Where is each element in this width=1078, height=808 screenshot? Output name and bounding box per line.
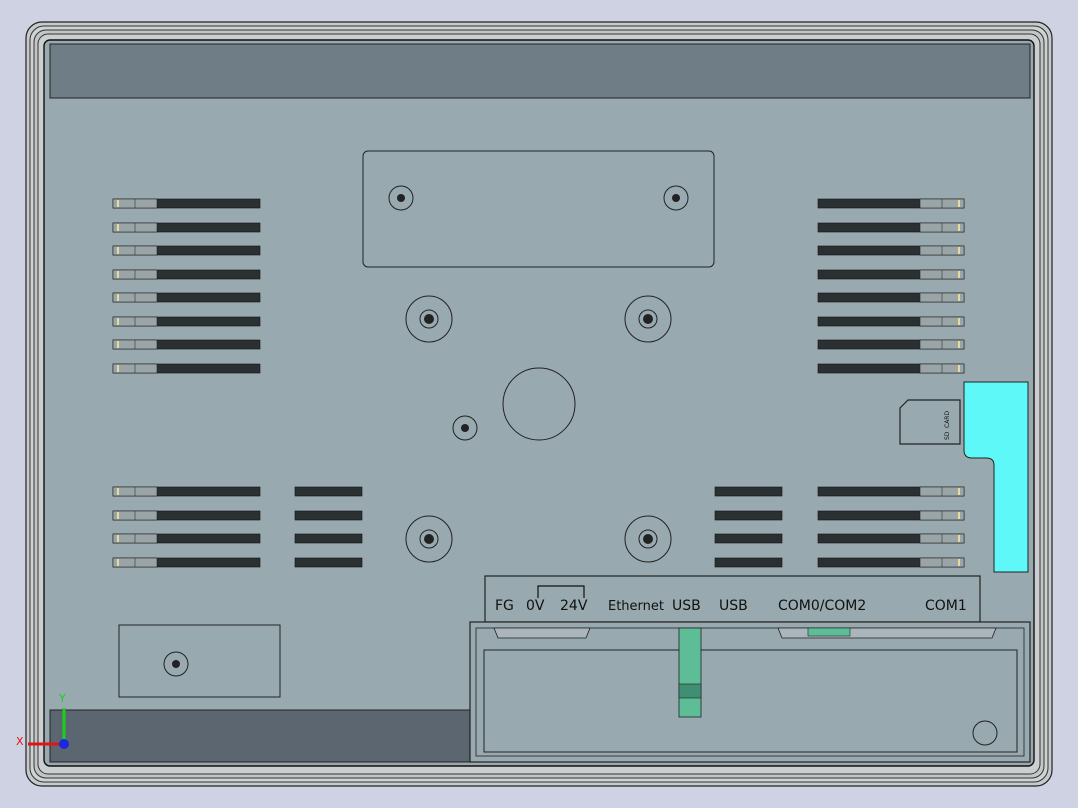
bottom-left-strip [49, 709, 471, 763]
cover-latch-left [493, 627, 591, 639]
vent-slot [817, 292, 965, 303]
top-strip [49, 43, 1031, 99]
vent-slot [112, 557, 261, 568]
label-0v: 0V [526, 598, 545, 614]
vent-slot [817, 316, 965, 327]
vent-slot [817, 510, 965, 521]
label-usb-2: USB [719, 598, 748, 614]
label-com1: COM1 [925, 598, 967, 614]
vent-slot [714, 533, 783, 544]
connector-cover-recess [483, 649, 1018, 753]
label-ethernet: Ethernet [608, 599, 664, 614]
sd-card-slot[interactable] [899, 399, 961, 445]
vent-slot [112, 339, 261, 350]
usb-cable-tab-band [678, 683, 702, 699]
vent-slot [112, 533, 261, 544]
vent-slot [714, 557, 783, 568]
x-axis-label: X [16, 735, 24, 748]
label-24v: 24V [560, 598, 588, 614]
com-connector-tab [807, 627, 851, 637]
vent-slot [294, 486, 363, 497]
vent-slot [112, 269, 261, 280]
vent-slot [817, 339, 965, 350]
y-axis-label: Y [58, 692, 66, 705]
hmi-rear-view: SD CARD FG 0V 24V Ethernet USB USB COM0/… [16, 21, 1053, 787]
vent-slot [817, 245, 965, 256]
card-label: CARD [944, 411, 951, 428]
vent-slot [294, 510, 363, 521]
vent-slot [817, 363, 965, 374]
vent-slot [112, 510, 261, 521]
vent-slot [817, 557, 965, 568]
label-fg: FG [495, 598, 514, 614]
vent-slot [112, 316, 261, 327]
vent-slot [112, 486, 261, 497]
vent-slot [112, 292, 261, 303]
vent-slot [112, 198, 261, 209]
z-axis-origin [59, 739, 69, 749]
vent-slot [817, 222, 965, 233]
vent-slot [112, 245, 261, 256]
vent-slot [817, 486, 965, 497]
vent-slot [294, 533, 363, 544]
vent-slot [112, 222, 261, 233]
vent-slot [817, 533, 965, 544]
vent-slot [714, 486, 783, 497]
usb-cable-tab [678, 627, 702, 718]
access-panel [118, 624, 281, 698]
label-usb-1: USB [672, 598, 701, 614]
mounting-plate [362, 150, 715, 268]
sd-label: SD [944, 431, 951, 440]
vent-slot [714, 510, 783, 521]
vent-slot [817, 198, 965, 209]
vent-slot [112, 363, 261, 374]
label-com0-com2: COM0/COM2 [778, 598, 866, 614]
vent-slot [294, 557, 363, 568]
vent-slot [817, 269, 965, 280]
